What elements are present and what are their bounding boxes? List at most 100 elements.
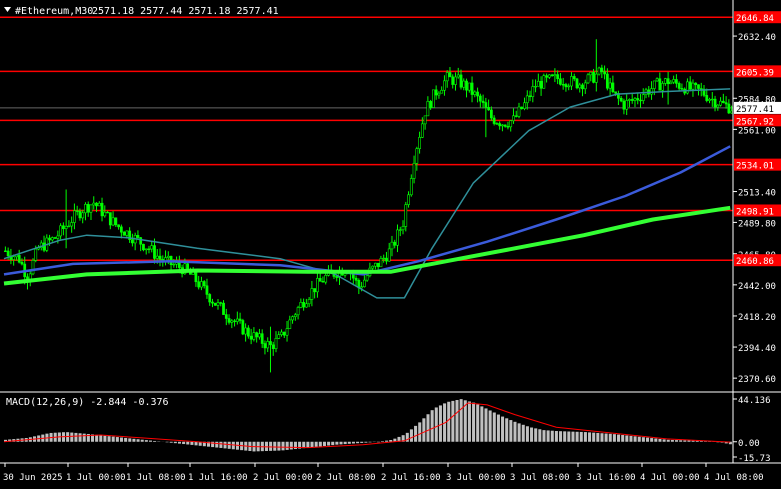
y-tick-label: 2561.00	[738, 126, 776, 136]
candle-body	[730, 110, 733, 114]
candle-body	[233, 320, 236, 322]
candle-body	[393, 241, 397, 246]
candle-body	[385, 257, 388, 262]
trading-chart[interactable]: 2632.402584.802561.002513.402489.802465.…	[0, 0, 781, 489]
candle-body	[252, 332, 256, 340]
candle-body	[122, 231, 126, 236]
candle-body	[269, 341, 272, 346]
candle-body	[655, 78, 659, 82]
macd-bar	[177, 441, 182, 444]
macd-bar	[554, 431, 558, 442]
level-label: 2460.86	[736, 257, 774, 267]
candle-body	[81, 212, 85, 219]
candle-body	[407, 194, 410, 205]
x-tick-label: 4 Jul 08:00	[704, 473, 764, 483]
candle-body	[600, 67, 604, 73]
candle-body	[448, 72, 452, 78]
candle-body	[619, 97, 623, 102]
candle-body	[114, 217, 118, 226]
macd-bar	[364, 441, 368, 443]
candle-body	[650, 88, 653, 95]
candle-body	[238, 318, 242, 321]
macd-bar	[492, 412, 496, 442]
candle-body	[86, 204, 90, 213]
macd-bar	[281, 441, 285, 451]
candle-body	[534, 85, 537, 88]
candle-body	[603, 71, 606, 75]
candle-body	[75, 210, 79, 212]
macd-bar	[128, 438, 132, 442]
macd-bar	[331, 441, 335, 446]
macd-bar	[521, 424, 525, 442]
x-tick-label: 2 Jul 16:00	[381, 473, 441, 483]
candle-body	[396, 229, 399, 246]
macd-bar	[472, 402, 476, 442]
macd-bar	[148, 440, 153, 442]
macd-bar	[165, 441, 169, 443]
candle-body	[409, 178, 413, 196]
macd-bar	[480, 406, 484, 442]
macd-bar	[525, 426, 529, 442]
macd-label: MACD(12,26,9) -2.844 -0.376	[6, 397, 169, 408]
macd-bar	[111, 436, 115, 442]
candle-body	[710, 98, 714, 101]
candle-body	[724, 102, 728, 105]
candle-body	[628, 99, 631, 101]
candle-body	[73, 210, 76, 223]
x-tick-label: 4 Jul 00:00	[640, 473, 700, 483]
candle-body	[625, 100, 629, 110]
level-label: 2498.91	[736, 207, 774, 217]
candle-body	[274, 338, 278, 349]
candle-body	[4, 250, 7, 252]
candle-body	[445, 72, 449, 82]
candle-body	[227, 318, 231, 323]
chart-canvas[interactable]: 2632.402584.802561.002513.402489.802465.…	[0, 0, 781, 489]
candle-body	[672, 79, 676, 83]
macd-bar	[194, 441, 198, 446]
candle-body	[404, 204, 408, 227]
macd-bar	[625, 435, 629, 442]
candle-body	[316, 278, 319, 293]
candle-body	[78, 210, 82, 219]
macd-bar	[119, 437, 124, 442]
candle-body	[432, 89, 435, 108]
candle-body	[258, 333, 261, 338]
macd-bar	[277, 441, 281, 451]
candle-body	[716, 104, 720, 108]
candle-body	[586, 74, 590, 84]
collapse-arrow-icon[interactable]	[4, 7, 11, 12]
macd-bar	[691, 440, 695, 442]
candle-body	[136, 235, 140, 238]
candle-body	[636, 98, 640, 101]
macd-bar	[538, 429, 542, 442]
macd-bar	[306, 441, 310, 448]
macd-bar	[484, 408, 488, 442]
candle-body	[528, 95, 532, 97]
candle-body	[727, 103, 731, 114]
candle-body	[244, 327, 247, 335]
macd-bar	[438, 405, 442, 442]
macd-bar	[107, 436, 111, 442]
candle-body	[205, 285, 209, 295]
candle-body	[299, 302, 303, 308]
candle-body	[630, 99, 634, 101]
candle-body	[503, 124, 507, 127]
macd-bar	[310, 441, 314, 448]
candle-body	[592, 71, 595, 83]
macd-bar	[186, 441, 190, 445]
macd-bar	[621, 435, 625, 442]
macd-bar	[455, 400, 459, 442]
candle-body	[578, 84, 582, 89]
candle-body	[688, 81, 692, 90]
macd-bar	[575, 431, 579, 442]
current-price-label: 2577.41	[736, 105, 774, 115]
candle-body	[230, 320, 234, 323]
macd-bar	[269, 441, 273, 451]
candle-body	[6, 250, 10, 257]
candle-body	[324, 275, 328, 283]
candle-body	[177, 262, 181, 268]
candle-body	[360, 286, 363, 289]
candle-body	[583, 82, 587, 90]
candle-body	[224, 314, 228, 319]
macd-bar	[641, 437, 645, 442]
